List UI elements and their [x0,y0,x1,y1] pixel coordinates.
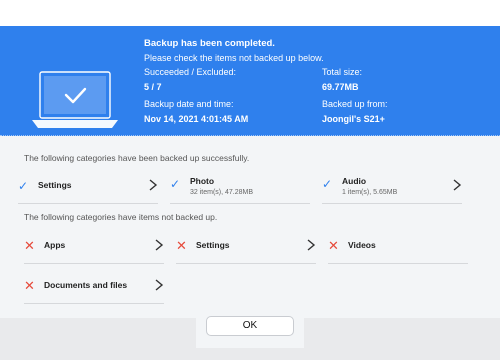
x-icon: ✕ [176,238,187,253]
success-section-label: The following categories have been backe… [24,153,250,163]
x-icon: ✕ [24,278,35,293]
category-photo-success[interactable]: ✓ Photo 32 item(s), 47.28MB [170,174,310,204]
categories-panel: The following categories have been backe… [0,136,500,318]
category-name: Settings [38,180,72,190]
chevron-right-icon [155,279,164,291]
backed-up-from-value: Joongil's S21+ [322,114,385,124]
ok-button[interactable]: OK [206,316,294,336]
category-name: Audio [342,176,367,186]
total-size-label: Total size: [322,67,363,77]
category-name: Documents and files [44,280,128,290]
chevron-right-icon [307,239,316,251]
category-settings-failed[interactable]: ✕ Settings [176,234,316,264]
category-apps-failed[interactable]: ✕ Apps [24,234,164,264]
chevron-right-icon [155,239,164,251]
category-audio-success[interactable]: ✓ Audio 1 item(s), 5.65MB [322,174,462,204]
check-icon: ✓ [170,177,181,191]
backup-title: Backup has been completed. [144,38,275,49]
category-name: Settings [196,240,230,250]
category-name: Photo [190,176,215,186]
x-icon: ✕ [328,238,339,253]
category-name: Videos [348,240,376,250]
succeeded-value: 5 / 7 [144,82,162,92]
backup-date-label: Backup date and time: [144,99,234,109]
backup-date-value: Nov 14, 2021 4:01:45 AM [144,114,249,124]
category-detail: 32 item(s), 47.28MB [190,189,254,196]
backup-complete-window: Backup has been completed. Please check … [0,0,500,360]
check-icon: ✓ [322,177,333,191]
check-icon: ✓ [18,179,29,193]
total-size-value: 69.77MB [322,82,359,92]
category-detail: 1 item(s), 5.65MB [342,189,398,196]
failed-section-label: The following categories have items not … [24,212,218,222]
backup-summary-header: Backup has been completed. Please check … [0,26,500,136]
chevron-right-icon [453,179,462,191]
category-name: Apps [44,240,66,250]
chevron-right-icon [149,179,158,191]
succeeded-label: Succeeded / Excluded: [144,67,237,77]
backup-subtitle: Please check the items not backed up bel… [144,53,324,63]
category-documents-failed[interactable]: ✕ Documents and files [24,274,164,304]
x-icon: ✕ [24,238,35,253]
category-settings-success[interactable]: ✓ Settings [18,174,158,204]
laptop-icon [32,71,118,128]
backed-up-from-label: Backed up from: [322,99,388,109]
category-videos-failed[interactable]: ✕ Videos [328,234,468,264]
